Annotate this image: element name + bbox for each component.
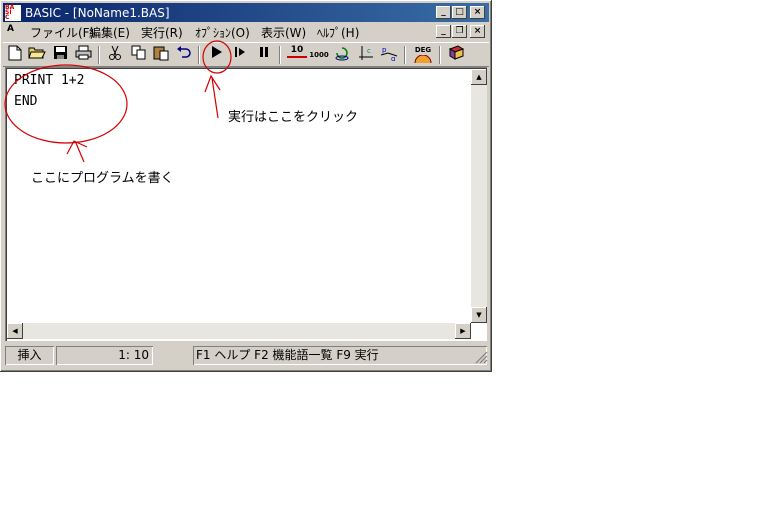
- run-hint-text: 実行はここをクリック: [228, 110, 359, 125]
- run-arrow: [204, 74, 221, 119]
- write-hint-text: ここにプログラムを書く: [31, 171, 174, 186]
- code-highlight-circle: [4, 64, 128, 144]
- annotation-overlay: [4, 40, 232, 163]
- code-arrow: [66, 140, 88, 163]
- run-highlight-circle: [202, 40, 232, 74]
